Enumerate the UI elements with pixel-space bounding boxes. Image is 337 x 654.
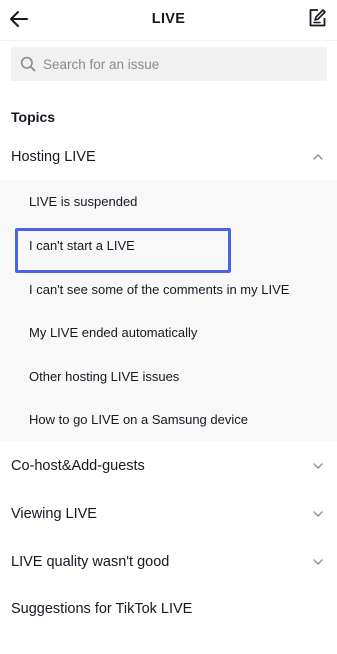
help-screen: LIVE Topics Hosting LIVE LIVE is suspend…: [0, 0, 337, 654]
section-label: Hosting LIVE: [11, 149, 96, 165]
chevron-down-icon: [311, 555, 325, 569]
search-bar[interactable]: [11, 47, 327, 81]
section-hosting-live[interactable]: Hosting LIVE: [0, 138, 337, 176]
edit-feedback-icon: [309, 9, 326, 27]
subtopic-cant-see-comments[interactable]: I can't see some of the comments in my L…: [29, 282, 289, 297]
section-label: Co-host&Add-guests: [11, 458, 145, 474]
hosting-live-subtopics: [0, 180, 337, 442]
section-label: Viewing LIVE: [11, 506, 97, 522]
highlight-box: [15, 228, 231, 273]
chevron-down-icon: [311, 507, 325, 521]
section-label: Suggestions for TikTok LIVE: [11, 601, 193, 617]
section-label: LIVE quality wasn't good: [11, 554, 170, 570]
section-live-quality[interactable]: LIVE quality wasn't good: [0, 543, 337, 581]
chevron-down-icon: [311, 459, 325, 473]
subtopic-samsung-device[interactable]: How to go LIVE on a Samsung device: [29, 412, 248, 427]
feedback-button[interactable]: [305, 6, 329, 30]
subtopic-live-ended-automatically[interactable]: My LIVE ended automatically: [29, 325, 197, 340]
topics-heading: Topics: [11, 109, 56, 125]
subtopic-other-hosting-issues[interactable]: Other hosting LIVE issues: [29, 369, 179, 384]
subtopic-live-suspended[interactable]: LIVE is suspended: [29, 194, 137, 209]
chevron-up-icon: [311, 150, 325, 164]
search-input[interactable]: [43, 49, 313, 79]
section-viewing-live[interactable]: Viewing LIVE: [0, 495, 337, 533]
section-cohost-add-guests[interactable]: Co-host&Add-guests: [0, 447, 337, 485]
section-suggestions-tiktok-live[interactable]: Suggestions for TikTok LIVE: [0, 590, 337, 628]
search-icon: [13, 47, 43, 81]
header-bar: LIVE: [0, 0, 337, 41]
page-title: LIVE: [151, 11, 186, 27]
